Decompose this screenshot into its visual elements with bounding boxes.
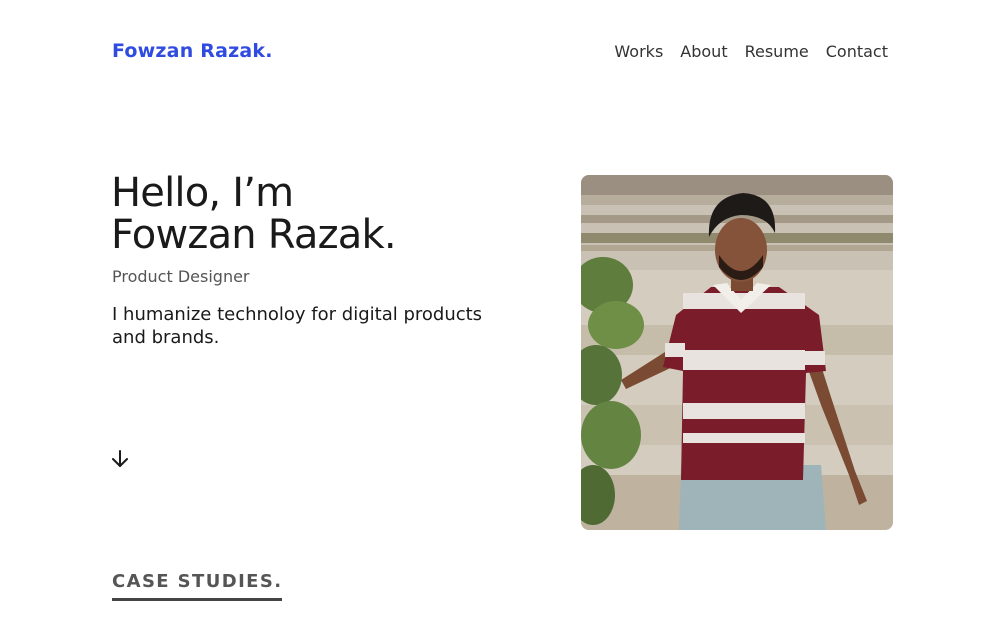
site-logo[interactable]: Fowzan Razak.	[112, 40, 273, 62]
portfolio-page: Fowzan Razak. Works About Resume Contact…	[0, 0, 1005, 628]
hero-role: Product Designer	[112, 267, 250, 286]
nav-link-contact[interactable]: Contact	[826, 42, 888, 61]
hero-title: Hello, I’m Fowzan Razak.	[111, 172, 531, 256]
nav-link-resume[interactable]: Resume	[745, 42, 809, 61]
nav-link-works[interactable]: Works	[614, 42, 663, 61]
nav-link-about[interactable]: About	[680, 42, 727, 61]
hero-name: Fowzan Razak.	[111, 212, 397, 258]
profile-photo	[581, 175, 893, 530]
hero-tagline: I humanize technoloy for digital product…	[112, 304, 483, 348]
case-studies-heading: CASE STUDIES.	[112, 571, 283, 601]
main-nav: Works About Resume Contact	[614, 42, 888, 61]
arrow-down-icon[interactable]	[110, 449, 130, 469]
hero-greeting: Hello, I’m	[111, 170, 294, 216]
